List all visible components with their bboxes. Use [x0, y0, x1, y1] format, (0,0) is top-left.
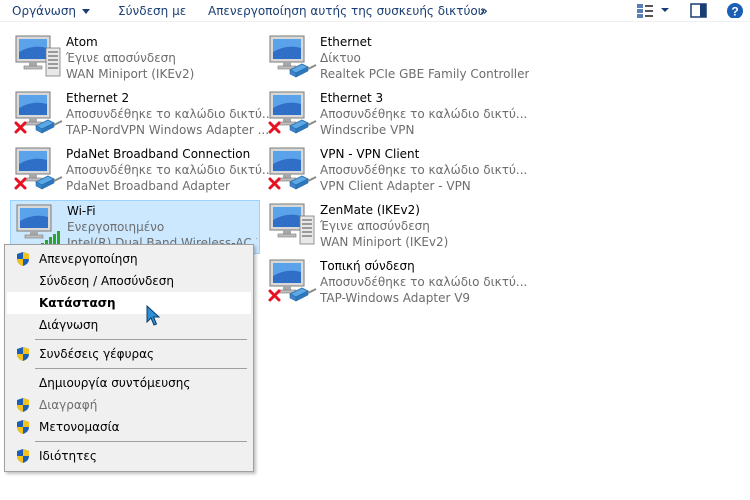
command-bar: Οργάνωση Σύνδεση με Απενεργοποίηση αυτής…: [0, 0, 750, 22]
connection-vpn-client[interactable]: VPN - VPN Client Αποσυνδέθηκε το καλώδιο…: [264, 144, 527, 198]
menu-item-bridge[interactable]: Συνδέσεις γέφυρας: [7, 343, 251, 365]
menu-item-label: Απενεργοποίηση: [39, 252, 138, 266]
connection-status: Έγινε αποσύνδεση: [66, 51, 176, 65]
mouse-cursor-icon: [146, 305, 160, 326]
menu-item-rename[interactable]: Μετονομασία: [7, 416, 251, 438]
wifi-signal-icon: [16, 204, 60, 247]
connection-adapter: Realtek PCIe GBE Family Controller: [320, 67, 530, 81]
menu-item-disable[interactable]: Απενεργοποίηση: [7, 248, 251, 270]
network-disconnected-icon: [268, 259, 317, 302]
menu-separator: [35, 339, 247, 340]
connection-name: Wi-Fi: [67, 204, 96, 218]
menu-item-label: Κατάσταση: [39, 296, 116, 310]
connection-status: Ενεργοποιημένο: [67, 220, 165, 234]
menu-item-status[interactable]: Κατάσταση: [7, 292, 251, 314]
menu-item-label: Δημιουργία συντόμευσης: [39, 376, 191, 390]
connection-name: Ethernet 3: [320, 91, 384, 105]
menu-item-diagnose[interactable]: Διάγνωση: [7, 314, 251, 336]
connection-adapter: WAN Miniport (IKEv2): [320, 235, 449, 249]
connection-status: Αποσυνδέθηκε το καλώδιο δικτύ...: [320, 107, 528, 121]
connection-status: Αποσυνδέθηκε το καλώδιο δικτύ...: [320, 275, 528, 289]
connection-status: Αποσυνδέθηκε το καλώδιο δικτύ...: [66, 107, 274, 121]
connection-adapter: Windscribe VPN: [320, 123, 415, 137]
more-commands-button[interactable]: »: [480, 3, 488, 19]
menu-item-label: Διάγνωση: [39, 318, 99, 332]
menu-item-create-shortcut[interactable]: Δημιουργία συντόμευσης: [7, 372, 251, 394]
menu-item-connect-disconnect[interactable]: Σύνδεση / Αποσύνδεση: [7, 270, 251, 292]
network-disconnected-icon: [268, 91, 317, 134]
connection-name: ZenMate (IKEv2): [320, 203, 420, 217]
menu-item-delete[interactable]: Διαγραφή: [7, 394, 251, 416]
connection-adapter: VPN Client Adapter - VPN: [320, 179, 471, 193]
network-monitor-icon: [15, 35, 61, 77]
connection-pdanet[interactable]: PdaNet Broadband Connection Αποσυνδέθηκε…: [10, 144, 273, 198]
connection-ethernet-3[interactable]: Ethernet 3 Αποσυνδέθηκε το καλώδιο δικτύ…: [264, 88, 527, 142]
connection-ethernet[interactable]: Ethernet Δίκτυο Realtek PCIe GBE Family …: [264, 32, 529, 86]
chevron-down-icon: [82, 9, 91, 14]
connection-ethernet-2[interactable]: Ethernet 2 Αποσυνδέθηκε το καλώδιο δικτύ…: [10, 88, 273, 142]
connection-local[interactable]: Τοπική σύνδεση Αποσυνδέθηκε το καλώδιο δ…: [264, 256, 527, 310]
organize-button[interactable]: Οργάνωση: [12, 3, 91, 19]
connection-adapter: TAP-Windows Adapter V9: [320, 291, 471, 305]
menu-separator: [35, 441, 247, 442]
uac-shield-icon: [17, 449, 29, 463]
help-icon[interactable]: ?: [726, 2, 744, 18]
menu-separator: [35, 368, 247, 369]
connection-name: PdaNet Broadband Connection: [66, 147, 251, 161]
connection-name: Ethernet 2: [66, 91, 130, 105]
connection-adapter: TAP-NordVPN Windows Adapter ...: [66, 123, 270, 137]
uac-shield-icon: [17, 252, 29, 266]
connection-status: Αποσυνδέθηκε το καλώδιο δικτύ...: [320, 163, 528, 177]
connection-status: Αποσυνδέθηκε το καλώδιο δικτύ...: [66, 163, 274, 177]
uac-shield-icon: [17, 398, 29, 412]
menu-item-label: Μετονομασία: [39, 420, 120, 434]
menu-item-label: Συνδέσεις γέφυρας: [39, 347, 155, 361]
disable-device-button[interactable]: Απενεργοποίηση αυτής της συσκευής δικτύο…: [208, 3, 485, 19]
network-connected-icon: [269, 35, 317, 78]
change-view-icon[interactable]: [636, 3, 654, 19]
svg-text:?: ?: [731, 5, 738, 19]
connection-adapter: WAN Miniport (IKEv2): [66, 67, 195, 81]
connection-status: Δίκτυο: [320, 51, 361, 65]
connection-name: Τοπική σύνδεση: [320, 259, 415, 273]
connection-adapter: PdaNet Broadband Adapter: [66, 179, 230, 193]
connection-status: Έγινε αποσύνδεση: [320, 219, 430, 233]
menu-item-label: Διαγραφή: [39, 398, 98, 412]
connection-name: Ethernet: [320, 35, 372, 49]
context-menu: Απενεργοποίηση Σύνδεση / Αποσύνδεση Κατά…: [4, 244, 254, 472]
preview-pane-icon[interactable]: [690, 3, 708, 19]
uac-shield-icon: [17, 420, 29, 434]
connect-to-button[interactable]: Σύνδεση με: [118, 3, 186, 19]
menu-item-properties[interactable]: Ιδιότητες: [7, 445, 251, 467]
connection-name: Atom: [66, 35, 98, 49]
uac-shield-icon: [17, 347, 29, 361]
connection-atom[interactable]: Atom Έγινε αποσύνδεση WAN Miniport (IKEv…: [10, 32, 260, 86]
organize-label: Οργάνωση: [12, 4, 77, 18]
connection-name: VPN - VPN Client: [320, 147, 420, 161]
menu-item-label: Σύνδεση / Αποσύνδεση: [39, 274, 175, 288]
view-options-chevron-icon[interactable]: [660, 7, 670, 23]
network-disconnected-icon: [14, 91, 63, 134]
network-disconnected-icon: [14, 147, 63, 190]
connection-zenmate[interactable]: ZenMate (IKEv2) Έγινε αποσύνδεση WAN Min…: [264, 200, 514, 254]
network-disconnected-icon: [268, 147, 317, 190]
network-monitor-icon: [269, 203, 315, 245]
menu-item-label: Ιδιότητες: [39, 449, 97, 463]
